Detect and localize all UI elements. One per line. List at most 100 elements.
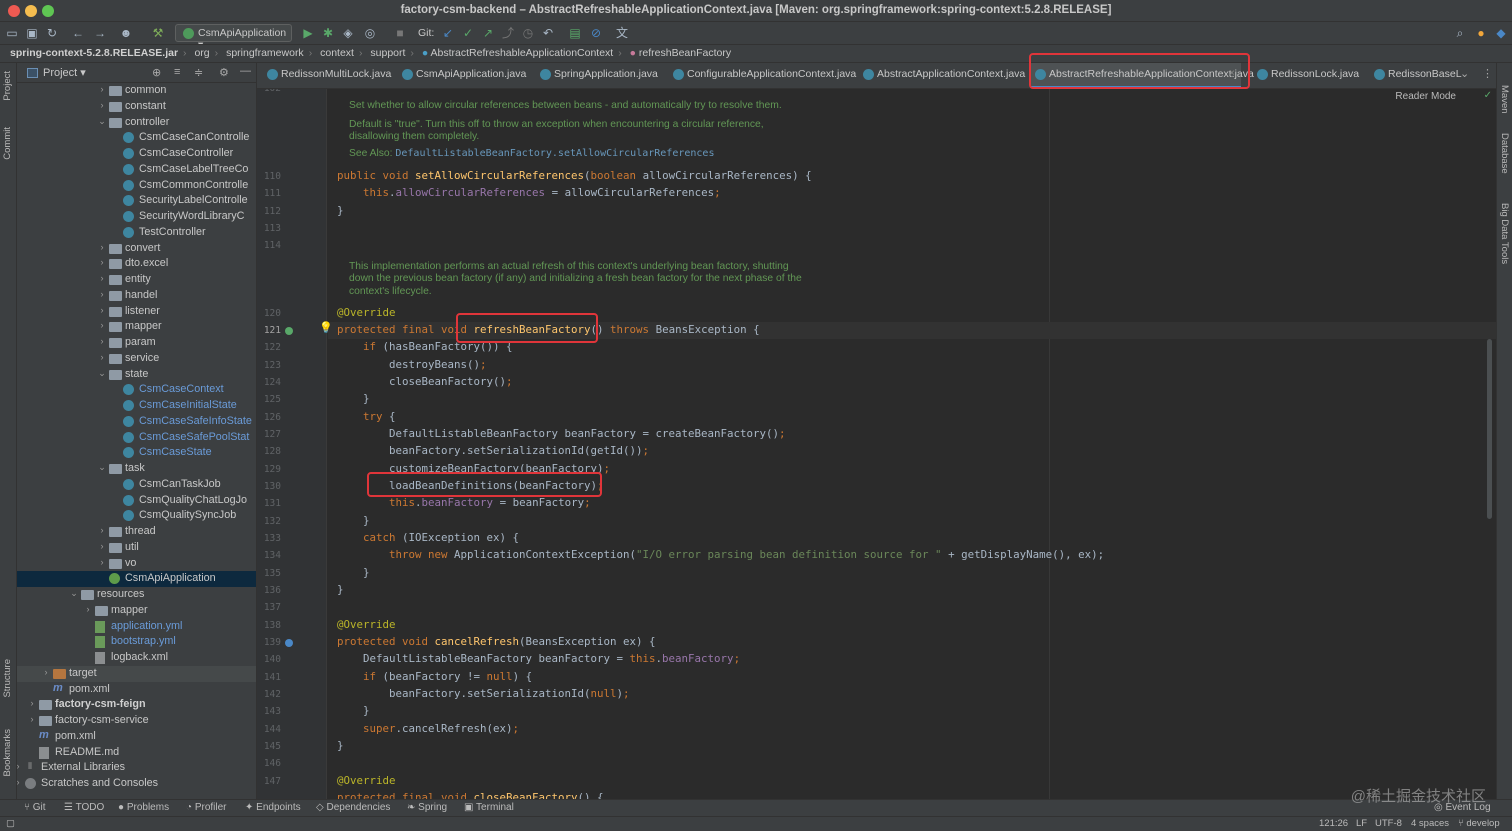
chevron-right-icon[interactable]: ›	[97, 557, 107, 567]
lightbulb-icon[interactable]: 💡	[319, 321, 333, 334]
status-toggle-icon[interactable]: ▢	[6, 818, 15, 829]
tree-item[interactable]: › constant	[17, 99, 256, 115]
breadcrumb-support[interactable]: support	[370, 47, 405, 59]
tree-item[interactable]: CsmCaseCanControlle	[17, 130, 256, 146]
git-pull-request-icon[interactable]: ⤴	[500, 25, 516, 41]
tree-item[interactable]: m pom.xml	[17, 682, 256, 698]
update-icon[interactable]: ●	[1473, 25, 1489, 41]
tree-item[interactable]: › param	[17, 335, 256, 351]
editor-tab[interactable]: CsmApiApplication.java	[398, 63, 530, 88]
git-rollback-icon[interactable]: ↶	[540, 25, 556, 41]
chevron-down-icon[interactable]: ⌄	[97, 462, 107, 473]
chevron-right-icon[interactable]: ›	[97, 352, 107, 362]
disable-icon[interactable]: ⊘	[588, 25, 604, 41]
breadcrumb-jar[interactable]: spring-context-5.2.8.RELEASE.jar	[10, 47, 178, 59]
search-icon[interactable]: ⌕	[1452, 25, 1468, 41]
chevron-down-icon[interactable]: ⌄	[69, 588, 79, 599]
tree-item[interactable]: bootstrap.yml	[17, 634, 256, 650]
chevron-right-icon[interactable]: ›	[97, 289, 107, 299]
gear-icon[interactable]: ⚙	[219, 66, 229, 79]
line-separator[interactable]: LF	[1356, 818, 1367, 829]
bookmarks-tool-tab[interactable]: Bookmarks	[2, 729, 13, 777]
editor-tab[interactable]: RedissonLock.java	[1253, 63, 1361, 88]
tree-item[interactable]: application.yml	[17, 619, 256, 635]
problems-tool-button[interactable]: ● Problems	[118, 802, 169, 813]
tree-item[interactable]: › ⫴ External Libraries	[17, 760, 256, 776]
tree-item[interactable]: CsmApiApplication	[17, 571, 256, 588]
chevron-right-icon[interactable]: ›	[97, 305, 107, 315]
reader-mode-toggle[interactable]: Reader Mode	[1395, 91, 1456, 102]
doc-link[interactable]: DefaultListableBeanFactory.setAllowCircu…	[395, 148, 714, 159]
profile-icon[interactable]: ◎	[362, 25, 378, 41]
build-hammer-icon[interactable]: ⚒	[150, 25, 166, 41]
chevron-right-icon[interactable]: ›	[97, 242, 107, 252]
tree-item[interactable]: › thread	[17, 524, 256, 540]
save-icon[interactable]: ▣	[24, 25, 40, 41]
tree-item[interactable]: › listener	[17, 304, 256, 320]
chevron-down-icon[interactable]: ⌄	[97, 368, 107, 379]
structure-tool-tab[interactable]: Structure	[2, 659, 13, 698]
chevron-right-icon[interactable]: ›	[97, 541, 107, 551]
tree-item[interactable]: › target	[17, 665, 256, 682]
editor-scrollbar[interactable]	[1487, 339, 1492, 519]
git-history-icon[interactable]: ◷	[520, 25, 536, 41]
tree-item[interactable]: CsmCaseInitialState	[17, 398, 256, 414]
tree-item[interactable]: › common	[17, 83, 256, 99]
tree-item[interactable]: ⌄ controller	[17, 115, 256, 131]
tree-item[interactable]: › mapper	[17, 603, 256, 619]
dependencies-tool-button[interactable]: ◇ Dependencies	[316, 802, 390, 813]
chevron-right-icon[interactable]: ›	[27, 698, 37, 708]
breadcrumb-context[interactable]: context	[320, 47, 354, 59]
tree-item[interactable]: CsmCommonControlle	[17, 178, 256, 194]
debug-icon[interactable]: ✱	[320, 25, 336, 41]
indent-setting[interactable]: 4 spaces	[1411, 818, 1449, 829]
plugin-icon[interactable]: ◆	[1493, 25, 1509, 41]
stop-icon[interactable]: ■	[392, 25, 408, 41]
terminal-icon[interactable]: ▤	[567, 25, 583, 41]
commit-tool-tab[interactable]: Commit	[2, 127, 13, 160]
chevron-right-icon[interactable]: ›	[27, 714, 37, 724]
chevron-right-icon[interactable]: ›	[97, 100, 107, 110]
tree-item[interactable]: m pom.xml	[17, 729, 256, 745]
terminal-tool-button[interactable]: ▣ Terminal	[464, 802, 514, 813]
translate-icon[interactable]: 文	[614, 25, 630, 41]
override-gutter-icon[interactable]	[285, 327, 293, 335]
tree-item[interactable]: SecurityLabelControlle	[17, 193, 256, 209]
tree-item[interactable]: ⌄ task	[17, 461, 256, 477]
chevron-right-icon[interactable]: ›	[97, 320, 107, 330]
todo-tool-button[interactable]: ☰ TODO	[64, 802, 104, 813]
chevron-right-icon[interactable]: ›	[41, 667, 51, 677]
tree-item[interactable]: CsmCanTaskJob	[17, 477, 256, 493]
tree-item[interactable]: ⌄ state	[17, 367, 256, 383]
tree-item[interactable]: CsmQualitySyncJob	[17, 508, 256, 524]
tree-item[interactable]: › vo	[17, 556, 256, 572]
breadcrumb-method[interactable]: refreshBeanFactory	[639, 47, 731, 59]
file-encoding[interactable]: UTF-8	[1375, 818, 1402, 829]
chevron-right-icon[interactable]: ›	[97, 525, 107, 535]
tree-item[interactable]: › util	[17, 540, 256, 556]
database-tool-tab[interactable]: Database	[1499, 133, 1510, 174]
hide-panel-icon[interactable]: —	[240, 65, 251, 77]
tree-item[interactable]: ⌄ resources	[17, 587, 256, 603]
breadcrumb-org[interactable]: org	[194, 47, 209, 59]
git-push-icon[interactable]: ↗	[480, 25, 496, 41]
tree-item[interactable]: › Scratches and Consoles	[17, 776, 256, 792]
tree-item[interactable]: CsmCaseContext	[17, 382, 256, 398]
editor-tab[interactable]: SpringApplication.java	[536, 63, 662, 88]
run-icon[interactable]: ▶	[300, 25, 316, 41]
tree-item[interactable]: CsmCaseState	[17, 445, 256, 461]
coverage-icon[interactable]: ◈	[340, 25, 356, 41]
tree-item[interactable]: › factory-csm-service	[17, 713, 256, 729]
tree-item[interactable]: CsmCaseController	[17, 146, 256, 162]
spring-tool-button[interactable]: ❧ Spring	[407, 802, 447, 813]
tree-item[interactable]: › handel	[17, 288, 256, 304]
open-folder-icon[interactable]: ▭	[4, 25, 20, 41]
breadcrumb-springframework[interactable]: springframework	[226, 47, 304, 59]
chevron-right-icon[interactable]: ›	[97, 84, 107, 94]
endpoints-tool-button[interactable]: ✦ Endpoints	[245, 802, 301, 813]
implement-gutter-icon[interactable]	[285, 639, 293, 647]
expand-all-icon[interactable]: ≡	[174, 66, 180, 78]
tree-item[interactable]: CsmQualityChatLogJo	[17, 493, 256, 509]
tree-item[interactable]: › convert	[17, 241, 256, 257]
run-configuration-dropdown[interactable]: CsmApiApplication ▾	[175, 24, 292, 51]
